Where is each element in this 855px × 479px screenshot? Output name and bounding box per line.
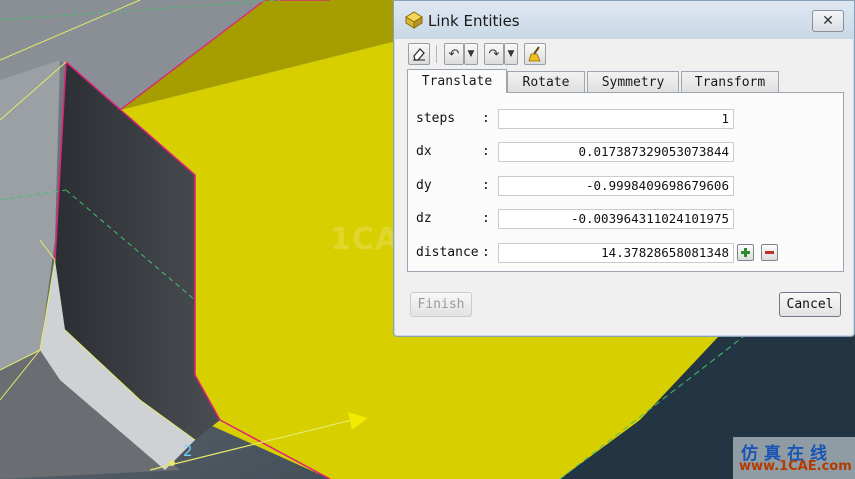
eraser-icon [413, 48, 425, 61]
dz-colon: : [482, 211, 490, 226]
dx-label: dx [416, 144, 432, 159]
site-logo: 仿真在线 www.1CAE.com [733, 437, 855, 479]
plus-icon [741, 248, 750, 257]
dz-input[interactable]: -0.003964311024101975 [498, 209, 734, 229]
logo-bottom-text: www.1CAE.com [739, 459, 852, 474]
steps-label: steps [416, 111, 456, 126]
increase-distance-button[interactable] [737, 244, 754, 261]
clear-button[interactable] [524, 43, 546, 65]
redo-button[interactable]: ↷ [484, 43, 504, 65]
finish-button[interactable]: Finish [410, 292, 472, 317]
dx-input[interactable]: 0.017387329053073844 [498, 142, 734, 162]
tab-symmetry[interactable]: Symmetry [587, 71, 679, 93]
link-entities-icon [405, 11, 423, 29]
dropdown-arrow-icon: ▼ [467, 49, 475, 59]
dialog-body: ↶ ▼ ↷ ▼ Translate Rotate Symmetry Transf… [402, 39, 846, 328]
dropdown-arrow-icon: ▼ [507, 49, 515, 59]
distance-label: distance [416, 245, 479, 260]
tab-transform[interactable]: Transform [681, 71, 779, 93]
dialog-title: Link Entities [428, 12, 520, 30]
tab-rotate[interactable]: Rotate [507, 71, 585, 93]
steps-input[interactable]: 1 [498, 109, 734, 129]
undo-icon: ↶ [448, 46, 460, 62]
steps-colon: : [482, 111, 490, 126]
link-entities-dialog: Link Entities ✕ ↶ ▼ ↷ ▼ Translate Rotate… [393, 0, 855, 337]
dx-colon: : [482, 144, 490, 159]
dz-label: dz [416, 211, 432, 226]
translate-panel: steps : 1 dx : 0.017387329053073844 dy :… [407, 92, 844, 272]
dy-label: dy [416, 178, 432, 193]
distance-input[interactable]: 14.37828658081348 [498, 243, 734, 263]
close-button[interactable]: ✕ [812, 10, 844, 32]
decrease-distance-button[interactable] [761, 244, 778, 261]
redo-icon: ↷ [488, 46, 500, 62]
undo-button[interactable]: ↶ [444, 43, 464, 65]
tab-translate[interactable]: Translate [407, 69, 507, 93]
toolbar-separator [436, 45, 437, 63]
cancel-button[interactable]: Cancel [779, 292, 841, 317]
dy-colon: : [482, 178, 490, 193]
undo-dropdown[interactable]: ▼ [464, 43, 478, 65]
close-icon: ✕ [822, 13, 834, 29]
redo-dropdown[interactable]: ▼ [504, 43, 518, 65]
minus-icon [765, 251, 774, 254]
distance-colon: : [482, 245, 490, 260]
dialog-titlebar[interactable]: Link Entities ✕ [394, 1, 854, 39]
dy-input[interactable]: -0.9998409698679606 [498, 176, 734, 196]
eraser-button[interactable] [408, 43, 430, 65]
axis-label: 2 [183, 442, 193, 460]
broom-icon [528, 46, 541, 62]
